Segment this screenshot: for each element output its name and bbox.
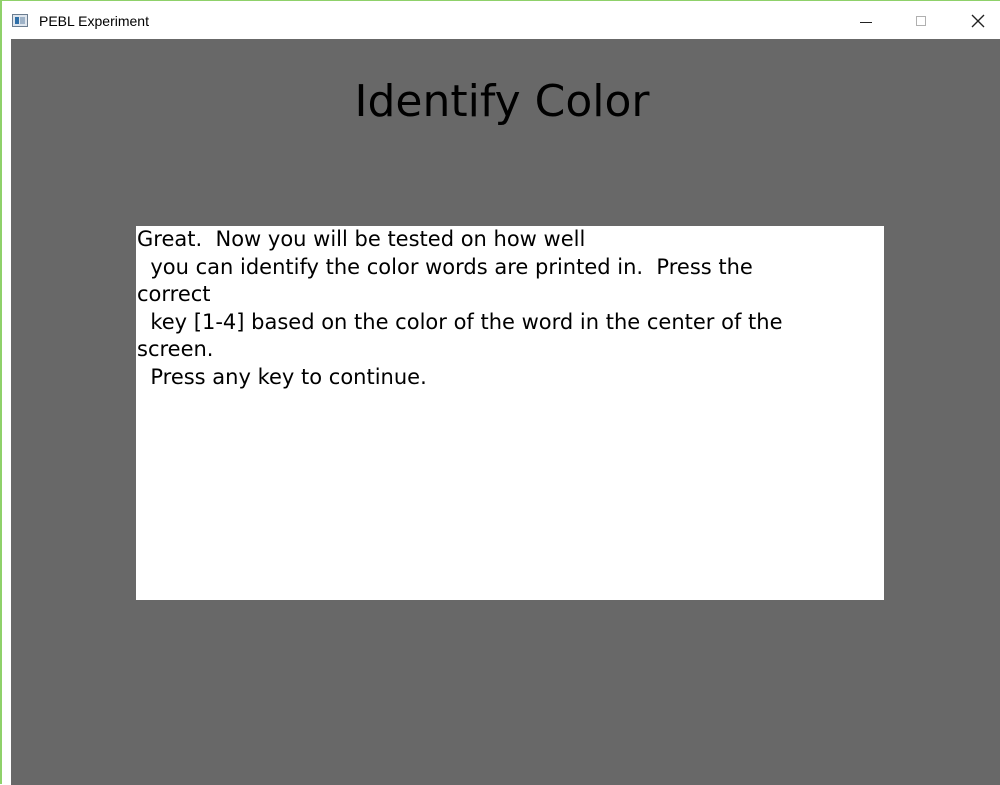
- instruction-line: screen.: [137, 337, 214, 361]
- minimize-button[interactable]: [838, 1, 894, 39]
- page-title: Identify Color: [354, 76, 650, 127]
- instruction-line: correct: [137, 282, 211, 306]
- app-window-icon: [12, 14, 28, 27]
- title-bar[interactable]: PEBL Experiment: [2, 1, 1000, 39]
- instruction-line: key [1-4] based on the color of the word…: [137, 309, 783, 334]
- instruction-line: you can identify the color words are pri…: [137, 254, 753, 279]
- instruction-line: Press any key to continue.: [137, 364, 427, 389]
- instruction-line: Great. Now you will be tested on how wel…: [137, 227, 586, 251]
- instruction-textbox: Great. Now you will be tested on how wel…: [136, 226, 884, 600]
- close-button[interactable]: [950, 1, 1000, 39]
- experiment-screen[interactable]: Identify Color Great. Now you will be te…: [11, 39, 1000, 785]
- pebl-window: PEBL Experiment Identify Color Great. No…: [0, 0, 1000, 785]
- close-icon: [971, 14, 985, 28]
- maximize-button[interactable]: [894, 1, 950, 39]
- window-title: PEBL Experiment: [39, 13, 149, 29]
